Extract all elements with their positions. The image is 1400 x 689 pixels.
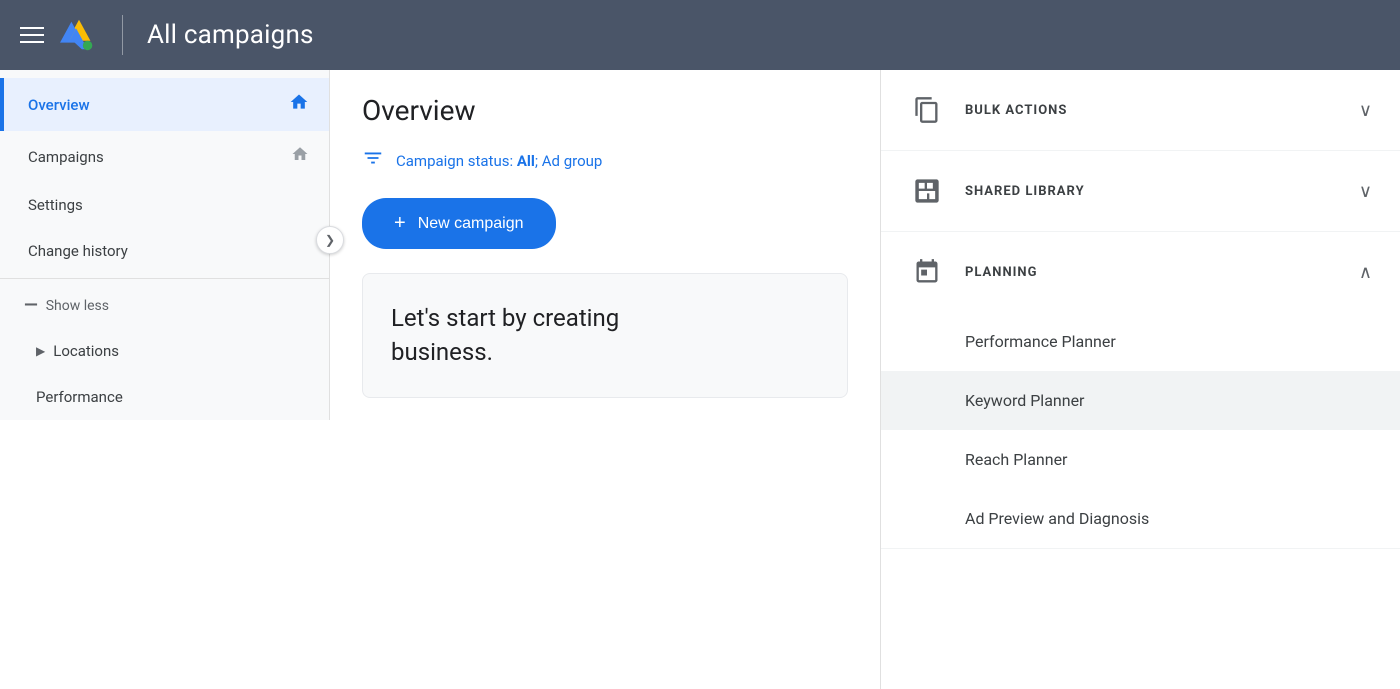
campaigns-home-icon xyxy=(291,145,309,168)
planning-content: Performance Planner Keyword Planner Reac… xyxy=(881,312,1400,548)
locations-expand-icon: ▶ xyxy=(36,344,45,358)
sidebar-divider-1 xyxy=(0,278,329,279)
main-content: Overview Campaign status: All; Ad group … xyxy=(330,70,880,689)
sidebar-settings-label: Settings xyxy=(28,196,83,214)
sidebar-change-history-label: Change history xyxy=(28,242,128,260)
bulk-actions-left: BULK ACTIONS xyxy=(909,92,1067,128)
sidebar-campaigns-label: Campaigns xyxy=(28,148,104,166)
right-panel: BULK ACTIONS ∨ SHARED LIBRARY ∨ xyxy=(880,70,1400,689)
planning-left: PLANNING xyxy=(909,254,1037,290)
plus-icon: + xyxy=(394,212,406,235)
bulk-actions-label: BULK ACTIONS xyxy=(965,103,1067,118)
google-ads-logo xyxy=(60,16,98,54)
sidebar-overview-label: Overview xyxy=(28,96,90,114)
keyword-planner-label: Keyword Planner xyxy=(965,391,1084,410)
sidebar-collapse-button[interactable]: ❯ xyxy=(316,226,344,254)
sidebar-item-overview[interactable]: Overview xyxy=(0,78,329,131)
bulk-actions-header[interactable]: BULK ACTIONS ∨ xyxy=(881,70,1400,150)
planning-chevron: ∧ xyxy=(1359,262,1372,283)
shared-library-header[interactable]: SHARED LIBRARY ∨ xyxy=(881,151,1400,231)
sidebar-locations-label: Locations xyxy=(53,342,119,360)
planning-section: PLANNING ∧ Performance Planner Keyword P… xyxy=(881,232,1400,549)
planning-item-reach-planner[interactable]: Reach Planner xyxy=(881,430,1400,489)
sidebar-item-change-history[interactable]: Change history xyxy=(0,228,329,274)
collapse-arrow-icon: ❯ xyxy=(325,233,335,247)
planning-icon xyxy=(909,254,945,290)
dash-icon: — xyxy=(24,295,38,316)
shared-library-chevron: ∨ xyxy=(1359,181,1372,202)
bulk-actions-chevron: ∨ xyxy=(1359,100,1372,121)
filter-icon[interactable] xyxy=(362,147,384,174)
overview-home-icon xyxy=(289,92,309,117)
planning-label: PLANNING xyxy=(965,265,1037,280)
card-text: Let's start by creating business. xyxy=(391,302,819,369)
new-campaign-label: New campaign xyxy=(418,215,524,233)
planning-item-ad-preview[interactable]: Ad Preview and Diagnosis xyxy=(881,489,1400,548)
overview-page-title: Overview xyxy=(362,94,848,127)
page-title-header: All campaigns xyxy=(147,20,314,50)
sidebar-performance-label: Performance xyxy=(36,388,123,406)
card-text-line2: business. xyxy=(391,338,493,366)
new-campaign-button[interactable]: + New campaign xyxy=(362,198,556,249)
bulk-actions-section: BULK ACTIONS ∨ xyxy=(881,70,1400,151)
sidebar-show-less[interactable]: — Show less xyxy=(0,283,329,328)
sidebar-item-settings[interactable]: Settings xyxy=(0,182,329,228)
bulk-actions-icon xyxy=(909,92,945,128)
card-text-line1: Let's start by creating xyxy=(391,304,619,332)
filter-bar: Campaign status: All; Ad group xyxy=(362,147,848,174)
shared-library-icon xyxy=(909,173,945,209)
shared-library-section: SHARED LIBRARY ∨ xyxy=(881,151,1400,232)
menu-icon[interactable] xyxy=(20,27,44,43)
planning-header[interactable]: PLANNING ∧ xyxy=(881,232,1400,312)
ad-preview-label: Ad Preview and Diagnosis xyxy=(965,509,1149,528)
filter-text: Campaign status: All; Ad group xyxy=(396,152,602,170)
show-less-label: Show less xyxy=(46,298,109,314)
performance-planner-label: Performance Planner xyxy=(965,332,1116,351)
sidebar-item-locations[interactable]: ▶ Locations xyxy=(0,328,329,374)
planning-item-performance-planner[interactable]: Performance Planner xyxy=(881,312,1400,371)
content-card: Let's start by creating business. xyxy=(362,273,848,398)
sidebar: Overview Campaigns Settings Change histo… xyxy=(0,70,330,420)
shared-library-left: SHARED LIBRARY xyxy=(909,173,1085,209)
planning-item-keyword-planner[interactable]: Keyword Planner xyxy=(881,371,1400,430)
sidebar-item-campaigns[interactable]: Campaigns xyxy=(0,131,329,182)
header-divider xyxy=(122,15,123,55)
reach-planner-label: Reach Planner xyxy=(965,450,1067,469)
app-header: All campaigns xyxy=(0,0,1400,70)
sidebar-item-performance[interactable]: Performance xyxy=(0,374,329,420)
shared-library-label: SHARED LIBRARY xyxy=(965,184,1085,199)
